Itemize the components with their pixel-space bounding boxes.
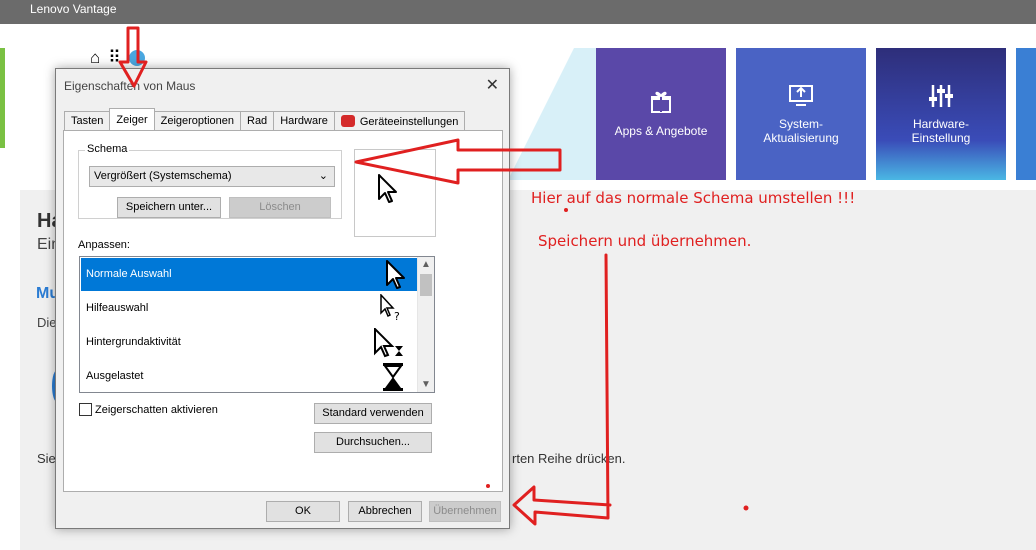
hint-text-tail: rten Reihe drücken. — [512, 451, 626, 466]
list-item-label: Normale Auswahl — [86, 268, 172, 280]
svg-text:?: ? — [394, 310, 400, 323]
tile-label: Hardware- Einstellung — [911, 117, 971, 145]
toolbar: ⌂ ⠿ — [90, 48, 145, 68]
arrow-cursor-icon — [378, 174, 397, 203]
help-cursor-icon: ? — [380, 294, 400, 323]
list-item[interactable]: Hintergrundaktivität — [81, 326, 417, 359]
tile-hardware-settings[interactable]: Hardware- Einstellung — [876, 48, 1006, 180]
delete-button[interactable]: Löschen — [229, 197, 331, 218]
scheme-group: Schema Vergrößert (Systemschema) ⌄ Speic… — [78, 143, 342, 219]
tab-label: Geräteeinstellungen — [359, 116, 459, 128]
sliders-icon — [928, 83, 954, 109]
tile-partial[interactable] — [1016, 48, 1036, 180]
tab-rad[interactable]: Rad — [240, 111, 275, 130]
tab-hardware[interactable]: Hardware — [273, 111, 335, 130]
arrow-cursor-icon — [386, 260, 405, 289]
grid-icon[interactable]: ⠿ — [108, 48, 120, 68]
list-item[interactable]: Normale Auswahl — [81, 258, 417, 291]
nav-indicator — [0, 48, 5, 148]
checkbox-box[interactable] — [79, 403, 92, 416]
save-as-button[interactable]: Speichern unter... — [117, 197, 221, 218]
annotation-note-save: Speichern und übernehmen. — [538, 232, 752, 250]
decorative-wedge — [508, 48, 596, 180]
cursor-list[interactable]: Normale Auswahl Hilfeauswahl ? Hintergru… — [79, 256, 435, 393]
scroll-down-icon[interactable]: ▼ — [421, 379, 431, 390]
list-item-label: Ausgelastet — [86, 370, 144, 382]
cancel-button[interactable]: Abbrechen — [348, 501, 422, 522]
cursor-preview — [354, 149, 436, 237]
dialog-title: Eigenschaften von Maus — [64, 79, 196, 93]
list-item-label: Hintergrundaktivität — [86, 336, 181, 348]
dialog-tabs: Tasten Zeiger Zeigeroptionen Rad Hardwar… — [64, 108, 466, 131]
browse-button[interactable]: Durchsuchen... — [314, 432, 432, 453]
list-scrollbar[interactable]: ▲ ▼ — [417, 257, 434, 392]
update-icon — [788, 83, 814, 109]
annotation-note-scheme: Hier auf das normale Schema umstellen !!… — [531, 189, 856, 207]
scroll-up-icon[interactable]: ▲ — [421, 259, 431, 270]
scheme-select-value: Vergrößert (Systemschema) — [94, 170, 232, 182]
tile-system-update[interactable]: System- Aktualisierung — [736, 48, 866, 180]
scroll-thumb[interactable] — [420, 274, 432, 296]
account-icon[interactable] — [128, 50, 145, 66]
tab-tasten[interactable]: Tasten — [64, 111, 111, 130]
tab-zeiger[interactable]: Zeiger — [109, 108, 155, 130]
scheme-select[interactable]: Vergrößert (Systemschema) ⌄ — [89, 166, 335, 187]
app-title: Lenovo Vantage — [30, 2, 117, 16]
use-default-button[interactable]: Standard verwenden — [314, 403, 432, 424]
pointer-shadow-checkbox[interactable]: Zeigerschatten aktivieren — [79, 403, 218, 416]
tab-zeigeroptionen[interactable]: Zeigeroptionen — [153, 111, 241, 130]
close-icon[interactable]: ✕ — [486, 75, 499, 95]
hourglass-icon — [383, 363, 403, 391]
hint-text: Sie — [37, 451, 56, 466]
gift-icon — [649, 90, 673, 116]
tile-label: Apps & Angebote — [614, 124, 708, 138]
description-text: Die — [37, 315, 57, 330]
tile-label: System- Aktualisierung — [763, 117, 839, 145]
list-item[interactable]: Ausgelastet — [81, 360, 417, 392]
tab-geraeteeinstellungen[interactable]: Geräteeinstellungen — [333, 111, 466, 130]
pointer-tab-pane: Schema Vergrößert (Systemschema) ⌄ Speic… — [63, 130, 503, 492]
home-icon[interactable]: ⌂ — [90, 48, 100, 68]
apply-button[interactable]: Übernehmen — [429, 501, 501, 522]
checkbox-label: Zeigerschatten aktivieren — [95, 403, 218, 416]
mouse-properties-dialog: Eigenschaften von Maus ✕ Tasten Zeiger Z… — [55, 68, 510, 529]
tile-apps-offers[interactable]: Apps & Angebote — [596, 48, 726, 180]
customize-label: Anpassen: — [78, 239, 130, 251]
app-title-bar: Lenovo Vantage — [0, 0, 1036, 24]
ok-button[interactable]: OK — [266, 501, 340, 522]
busy-cursor-icon — [374, 328, 403, 358]
chevron-down-icon: ⌄ — [318, 170, 328, 182]
list-item-label: Hilfeauswahl — [86, 302, 149, 314]
scheme-group-label: Schema — [85, 143, 130, 155]
device-icon — [340, 115, 355, 127]
list-item[interactable]: Hilfeauswahl ? — [81, 292, 417, 325]
